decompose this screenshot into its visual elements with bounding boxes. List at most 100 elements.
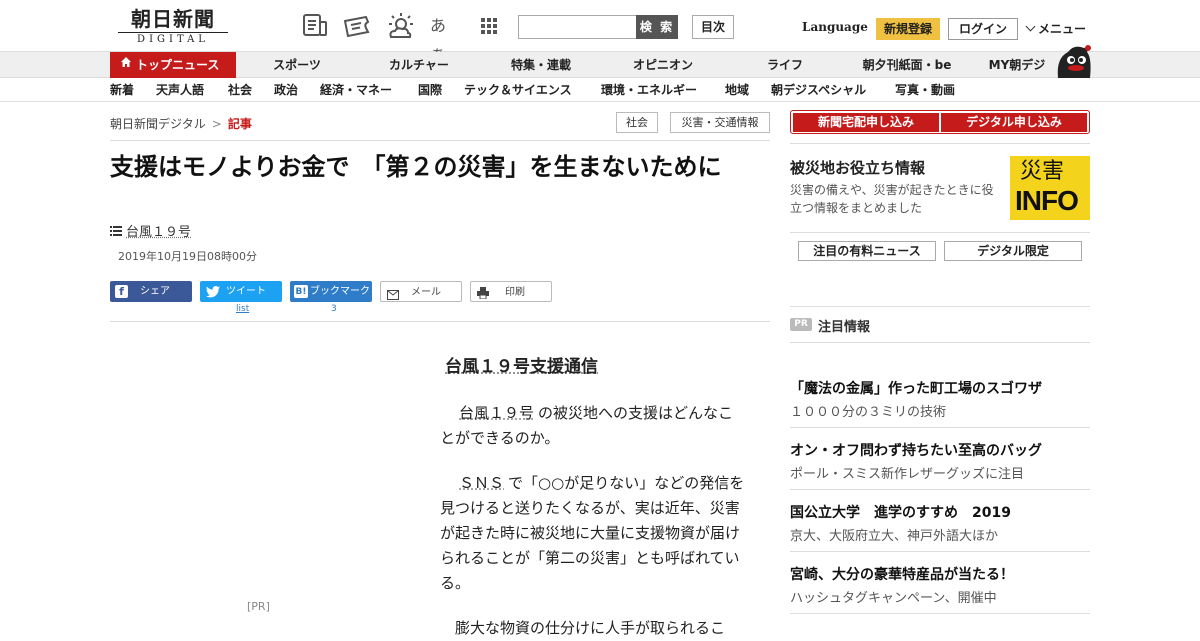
font-size-icon[interactable]: あぁ [430, 12, 460, 63]
hatena-bookmark-button[interactable]: B! ブックマーク [290, 281, 372, 302]
print-label: 印刷 [505, 287, 525, 298]
pr-item[interactable]: 「魔法の金属」作った町工場のスゴワザ １０００分の３ミリの技術 [790, 366, 1090, 428]
breadcrumb: 朝日新聞デジタル > 記事 [110, 115, 252, 132]
facebook-share-button[interactable]: f シェア [110, 281, 192, 302]
newspaper-icon[interactable] [300, 12, 330, 40]
twitter-share-button[interactable]: ツイート [200, 281, 282, 302]
paragraph: 膨大な物資の仕分けに人手が取られるこ [455, 619, 726, 637]
nav-special[interactable]: 朝デジスペシャル [771, 78, 866, 102]
nav-international[interactable]: 国際 [418, 78, 442, 102]
pr-item[interactable]: オン・オフ問わず持ちたい至高のバッグ ポール・スミス新作レザーグッズに注目 [790, 428, 1090, 490]
ad-label: [PR] [247, 600, 270, 613]
pr-item-subtext: 京大、大阪府立大、神戸外語大ほか [790, 529, 999, 544]
hatena-label: ブックマーク [310, 286, 370, 297]
pr-item[interactable]: 宮崎、大分の豪華特産品が当たる！ ハッシュタグキャンペーン、開催中 [790, 552, 1090, 614]
inline-link[interactable]: ＳＮＳ [459, 474, 504, 492]
digital-subscribe-button[interactable]: デジタル申し込み [941, 113, 1087, 132]
tag-society[interactable]: 社会 [616, 112, 658, 133]
nav-region[interactable]: 地域 [725, 78, 749, 102]
print-icon [477, 286, 489, 307]
breadcrumb-current: 記事 [227, 117, 252, 131]
subscription-buttons: 新聞宅配申し込み デジタル申し込み [790, 110, 1090, 134]
nav-politics[interactable]: 政治 [274, 78, 298, 102]
grid-menu-icon[interactable] [476, 12, 506, 40]
body-title[interactable]: 台風１９号支援通信 [445, 352, 598, 377]
digital-only-button[interactable]: デジタル限定 [944, 241, 1082, 261]
twitter-share-label: ツイート [226, 286, 266, 297]
weather-icon[interactable] [386, 12, 416, 40]
pr-item-subtext: ポール・スミス新作レザーグッズに注目 [790, 467, 1025, 482]
hatena-count[interactable]: 3 [331, 304, 337, 314]
site-logo[interactable]: 朝日新聞 DIGITAL [118, 8, 228, 48]
hatena-icon: B! [294, 285, 308, 298]
paragraph: 台風１９号 の被災地への支援はどんなことができるのか。 [440, 401, 746, 451]
disaster-info-description: 災害の備えや、災害が起きたときに役立つ情報をまとめました [790, 183, 994, 215]
mail-label: メール [411, 287, 441, 298]
breadcrumb-home[interactable]: 朝日新聞デジタル [110, 117, 206, 131]
paragraph: ＳＮＳ で「○○が足りない」などの発信を見つけると送りたくなるが、実は近年、災害が… [440, 471, 746, 596]
logo-subtitle: DIGITAL [118, 32, 228, 45]
nav-culture[interactable]: カルチャー [364, 52, 474, 78]
twitter-count[interactable]: list [236, 304, 249, 314]
pr-item-subtext: ハッシュタグキャンペーン、開催中 [790, 591, 997, 606]
menu-button[interactable]: メニュー [1025, 20, 1086, 37]
nav-society[interactable]: 社会 [228, 78, 252, 102]
pr-item-headline: 宮崎、大分の豪華特産品が当たる！ [790, 567, 1014, 583]
article-date: 2019年10月19日08時00分 [118, 250, 257, 263]
pr-item-headline: 国公立大学 進学のすすめ 2019 [790, 505, 1011, 521]
site-header: 朝日新聞 DIGITAL あぁ 検 索 目次 Language 新規登録 ログイ… [0, 0, 1200, 63]
nav-photo-video[interactable]: 写真・動画 [895, 78, 955, 102]
facebook-icon: f [115, 285, 128, 298]
nav-tensei-jingo[interactable]: 天声人語 [156, 78, 204, 102]
divider [790, 342, 1090, 343]
disaster-logo-top: 災害 [1020, 159, 1065, 184]
primary-nav: トップニュース スポーツ カルチャー 特集・連載 オピニオン ライフ 朝夕刊紙面… [0, 52, 1200, 78]
nav-latest[interactable]: 新着 [110, 78, 134, 102]
disaster-logo-bottom: INFO [1015, 185, 1079, 216]
disaster-info-title[interactable]: 被災地お役立ち情報 [790, 157, 925, 178]
pr-item[interactable]: 国公立大学 進学のすすめ 2019 京大、大阪府立大、神戸外語大ほか [790, 490, 1090, 552]
pr-badge: PR [790, 318, 812, 331]
login-button[interactable]: ログイン [948, 18, 1018, 40]
register-button[interactable]: 新規登録 [876, 18, 940, 40]
pr-item-headline: 「魔法の金属」作った町工場のスゴワザ [790, 381, 1042, 397]
series-link[interactable]: 台風１９号 [110, 221, 191, 240]
facebook-share-label: シェア [140, 286, 170, 297]
nav-top-news[interactable]: トップニュース [110, 52, 236, 78]
search-button[interactable]: 検 索 [636, 15, 678, 39]
nav-newspaper[interactable]: 朝夕刊紙面・be [852, 52, 962, 78]
home-icon [120, 51, 132, 77]
divider [790, 143, 1090, 144]
paid-news-button[interactable]: 注目の有料ニュース [798, 241, 936, 261]
language-link[interactable]: Language [802, 20, 868, 34]
ticket-icon[interactable] [342, 12, 372, 40]
tag-disaster-traffic[interactable]: 災害・交通情報 [670, 112, 770, 133]
article-title: 支援はモノよりお金で 「第２の災害」を生まないために [110, 153, 722, 181]
newspaper-subscribe-button[interactable]: 新聞宅配申し込み [793, 113, 939, 132]
series-link-label[interactable]: 台風１９号 [126, 225, 191, 240]
mail-icon [387, 287, 399, 308]
twitter-icon [206, 285, 220, 306]
print-button[interactable]: 印刷 [470, 281, 552, 302]
nav-features[interactable]: 特集・連載 [486, 52, 596, 78]
divider [790, 306, 1090, 307]
mail-button[interactable]: メール [380, 281, 462, 302]
divider [110, 321, 770, 322]
nav-environment[interactable]: 環境・エネルギー [601, 78, 697, 102]
secondary-nav: 新着 天声人語 社会 政治 経済・マネー 国際 テック＆サイエンス 環境・エネル… [0, 78, 1200, 102]
divider [110, 140, 770, 141]
disaster-info-logo[interactable]: 災害 INFO [1010, 156, 1090, 220]
nav-tech-science[interactable]: テック＆サイエンス [464, 78, 572, 102]
search-input[interactable] [518, 15, 638, 39]
logo-title: 朝日新聞 [131, 7, 215, 31]
toc-button[interactable]: 目次 [692, 15, 734, 39]
chevron-down-icon [1025, 21, 1036, 32]
nav-sports[interactable]: スポーツ [242, 52, 352, 78]
nav-life[interactable]: ライフ [730, 52, 840, 78]
breadcrumb-separator: > [211, 117, 222, 131]
divider [790, 232, 1090, 233]
inline-link[interactable]: 台風１９号 [459, 404, 534, 422]
nav-economy[interactable]: 経済・マネー [320, 78, 392, 102]
nav-opinion[interactable]: オピニオン [608, 52, 718, 78]
list-icon [110, 225, 122, 240]
